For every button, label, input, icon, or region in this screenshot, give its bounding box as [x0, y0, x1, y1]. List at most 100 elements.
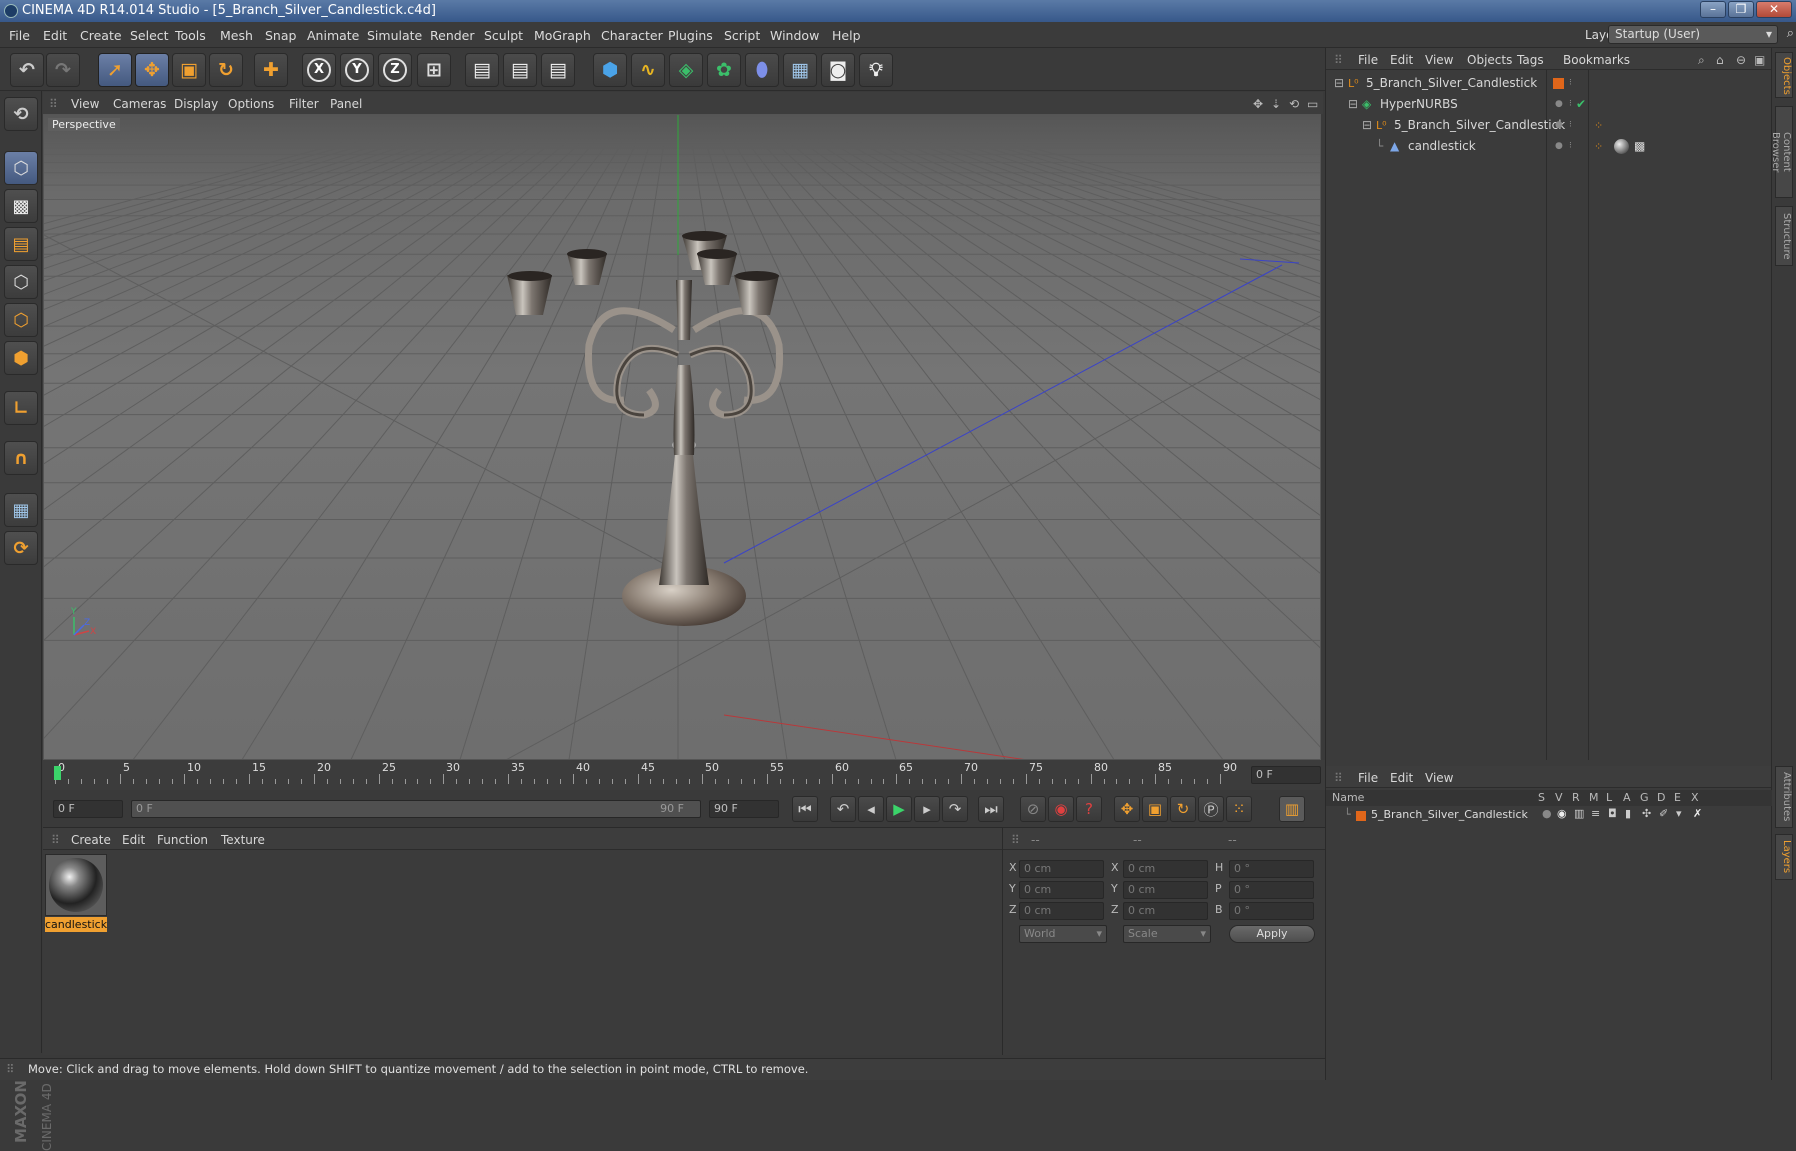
tag-dots-icon[interactable]: ⁘ — [1594, 115, 1603, 136]
viewport-menu-panel[interactable]: Panel — [330, 97, 362, 111]
phong-tag-icon[interactable]: ⁘ — [1594, 136, 1603, 157]
viewport-menu-display[interactable]: Display — [174, 97, 218, 111]
current-frame-field[interactable]: 0 F — [1251, 766, 1321, 784]
viewport-menu-options[interactable]: Options — [228, 97, 274, 111]
key-position-button[interactable]: ✥ — [1114, 796, 1140, 822]
editor-visibility-dot[interactable]: ● — [1555, 136, 1563, 157]
menu-edit[interactable]: Edit — [43, 28, 67, 43]
frame-range-slider[interactable]: 0 F 90 F — [131, 800, 701, 818]
menu-simulate[interactable]: Simulate — [367, 28, 422, 43]
key-pla-button[interactable]: ⁙ — [1226, 796, 1252, 822]
layer-name[interactable]: 5_Branch_Silver_Candlestick — [1371, 808, 1528, 821]
apply-button[interactable]: Apply — [1229, 925, 1315, 943]
move-tool-button[interactable]: ✥ — [135, 53, 169, 87]
position-y-field[interactable]: 0 cm — [1019, 881, 1104, 899]
tab-structure[interactable]: Structure — [1775, 206, 1793, 266]
visibility-dots[interactable]: ⁝ — [1569, 136, 1572, 157]
lock-icon[interactable]: ◘ — [1608, 807, 1617, 820]
object-row[interactable]: ⊟ ◈ HyperNURBS ● ⁝ ✔ — [1326, 94, 1772, 115]
layer-color-swatch[interactable] — [1356, 811, 1366, 821]
viewport-menu-filter[interactable]: Filter — [289, 97, 319, 111]
render-view-button[interactable]: ▤ — [465, 53, 499, 87]
menu-script[interactable]: Script — [724, 28, 760, 43]
solo-dot[interactable]: ● — [1542, 807, 1552, 820]
tab-objects[interactable]: Objects — [1775, 52, 1793, 98]
timeline-ruler[interactable]: 0 5 10 15 20 25 30 35 40 45 50 55 60 65 70 75 80 85 90 0 F — [43, 760, 1325, 790]
search-icon[interactable]: ⌕ — [1787, 26, 1794, 41]
size-x-field[interactable]: 0 cm — [1123, 860, 1208, 878]
timeline-window-button[interactable]: ▥ — [1279, 796, 1305, 822]
key-scale-button[interactable]: ▣ — [1142, 796, 1168, 822]
enabled-check-icon[interactable]: ✔ — [1576, 94, 1586, 115]
workplane-mode-button[interactable]: ▤ — [4, 227, 38, 261]
deformers-icon[interactable]: ✐ — [1659, 807, 1668, 820]
maximize-button[interactable]: ❐ — [1728, 1, 1754, 18]
menu-animate[interactable]: Animate — [307, 28, 359, 43]
menu-mograph[interactable]: MoGraph — [534, 28, 591, 43]
tab-content-browser[interactable]: Content Browser — [1770, 106, 1793, 198]
keyframe-selection-button[interactable]: ? — [1076, 796, 1102, 822]
rotate-tool-button[interactable]: ↻ — [209, 53, 243, 87]
objects-menu-bookmarks[interactable]: Bookmarks — [1563, 53, 1630, 67]
manager-icon[interactable]: ≡ — [1591, 807, 1600, 820]
go-to-start-button[interactable]: ⏮ — [792, 796, 818, 822]
visibility-dots[interactable]: ⁝ — [1569, 115, 1572, 136]
next-key-button[interactable]: ↷ — [942, 796, 968, 822]
objects-menu-edit[interactable]: Edit — [1390, 53, 1413, 67]
menu-character[interactable]: Character — [601, 28, 663, 43]
render-picture-viewer-button[interactable]: ▤ — [503, 53, 537, 87]
key-parameter-button[interactable]: Ⓟ — [1198, 796, 1224, 822]
menu-file[interactable]: File — [9, 28, 30, 43]
visibility-dots[interactable]: ⁝ — [1569, 94, 1572, 115]
coordinate-mode-dropdown[interactable]: World ▾ — [1019, 925, 1107, 943]
points-mode-button[interactable]: ⬡ — [4, 265, 38, 299]
tree-expand-icon[interactable]: ⊟ — [1348, 94, 1358, 115]
tree-expand-icon[interactable]: ⊟ — [1362, 115, 1372, 136]
y-axis-lock-button[interactable]: Y — [340, 53, 374, 87]
render-settings-button[interactable]: ▤ — [541, 53, 575, 87]
minimize-button[interactable]: – — [1700, 1, 1726, 18]
redo-button[interactable]: ↷ — [46, 53, 80, 87]
record-keys-button[interactable]: ⊘ — [1020, 796, 1046, 822]
array-button[interactable]: ✿ — [707, 53, 741, 87]
render-icon[interactable]: ▥ — [1574, 807, 1584, 820]
material-menu-function[interactable]: Function — [157, 833, 208, 847]
viewport-menu-view[interactable]: View — [71, 97, 99, 111]
objects-menu-view[interactable]: View — [1425, 53, 1453, 67]
animation-icon[interactable]: ▮ — [1625, 807, 1631, 820]
menu-render[interactable]: Render — [430, 28, 475, 43]
eye-icon[interactable]: ◉ — [1557, 807, 1567, 820]
rotation-h-field[interactable]: 0 ° — [1229, 860, 1314, 878]
autokey-button[interactable]: ◉ — [1048, 796, 1074, 822]
menu-sculpt[interactable]: Sculpt — [484, 28, 523, 43]
panel-layout-icon[interactable]: ▣ — [1754, 53, 1765, 67]
home-icon[interactable]: ⌂ — [1716, 53, 1724, 67]
viewport-perspective[interactable]: Perspective Y X Z — [43, 114, 1321, 760]
deformer-button[interactable]: ⬮ — [745, 53, 779, 87]
live-selection-button[interactable]: ➚ — [98, 53, 132, 87]
generators-icon[interactable]: ✣ — [1642, 807, 1651, 820]
coordinate-system-button[interactable]: ⊞ — [417, 53, 451, 87]
material-name-label[interactable]: candlestick — [45, 917, 107, 932]
create-tool-button[interactable]: ✚ — [254, 53, 288, 87]
end-frame-field[interactable]: 90 F — [709, 800, 779, 818]
texture-mode-button[interactable]: ▩ — [4, 189, 38, 223]
go-to-end-button[interactable]: ⏭ — [978, 796, 1004, 822]
layer-row[interactable]: └ 5_Branch_Silver_Candlestick ● ◉ ▥ ≡ ◘ … — [1326, 807, 1772, 824]
next-frame-button[interactable]: ▸ — [914, 796, 940, 822]
x-axis-lock-button[interactable]: X — [302, 53, 336, 87]
scale-tool-button[interactable]: ▣ — [172, 53, 206, 87]
edges-mode-button[interactable]: ⬡ — [4, 303, 38, 337]
viewport-rotate-icon[interactable]: ⟲ — [1289, 97, 1299, 111]
material-swatch[interactable]: candlestick — [45, 854, 107, 932]
uvw-tag-checker-icon[interactable]: ▩ — [1634, 136, 1645, 157]
layout-dropdown[interactable]: Startup (User) ▾ — [1608, 25, 1778, 44]
menu-select[interactable]: Select — [130, 28, 169, 43]
snap-button[interactable]: ∩ — [4, 441, 38, 475]
xref-icon[interactable]: ✗ — [1693, 807, 1702, 820]
size-z-field[interactable]: 0 cm — [1123, 902, 1208, 920]
position-z-field[interactable]: 0 cm — [1019, 902, 1104, 920]
search-icon[interactable]: ⌕ — [1698, 53, 1705, 68]
viewport-maximize-icon[interactable]: ▭ — [1307, 97, 1318, 111]
menu-create[interactable]: Create — [80, 28, 122, 43]
